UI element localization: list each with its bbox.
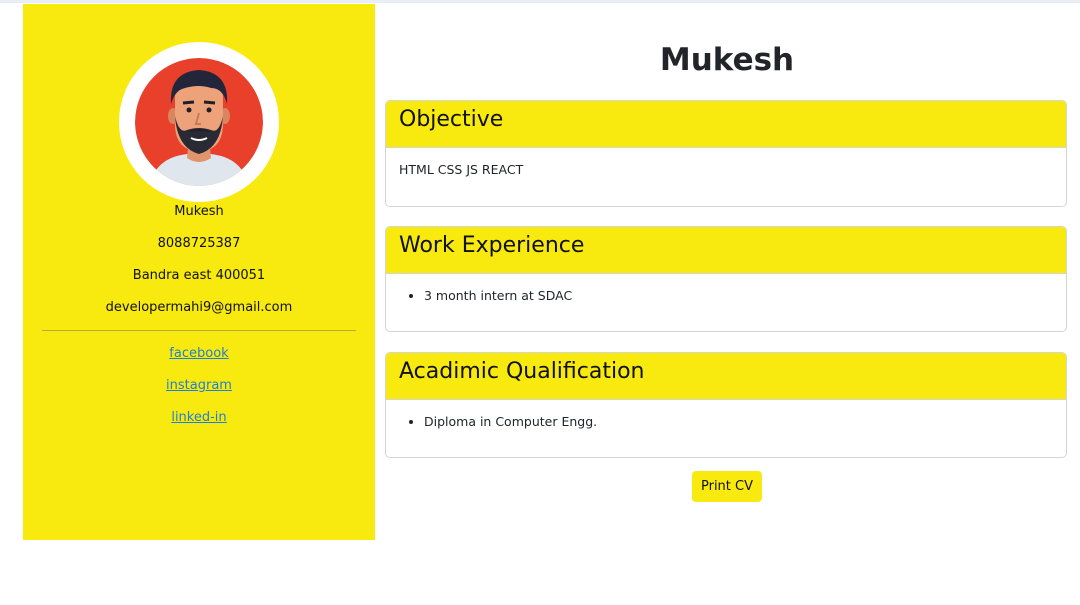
avatar: [119, 42, 279, 202]
page-title: Mukesh: [659, 42, 795, 78]
objective-body: HTML CSS JS REACT: [386, 148, 1066, 178]
objective-text: HTML CSS JS REACT: [399, 162, 524, 177]
qualification-card: Acadimic Qualification Diploma in Comput…: [385, 352, 1067, 458]
list-item: Diploma in Computer Engg.: [424, 414, 1053, 430]
work-experience-body: 3 month intern at SDAC: [386, 274, 1066, 304]
work-experience-card: Work Experience 3 month intern at SDAC: [385, 226, 1067, 332]
top-border: [0, 0, 1080, 3]
qualification-heading: Acadimic Qualification: [386, 353, 1066, 400]
profile-address: Bandra east 400051: [132, 268, 266, 283]
profile-sidebar: Mukesh 8088725387 Bandra east 400051 dev…: [23, 4, 375, 540]
instagram-link[interactable]: instagram: [166, 378, 232, 393]
facebook-link[interactable]: facebook: [169, 346, 228, 361]
work-experience-list: 3 month intern at SDAC: [399, 288, 1053, 304]
instagram-link-row: instagram: [23, 378, 375, 394]
objective-card: Objective HTML CSS JS REACT: [385, 100, 1067, 207]
sidebar-divider: [42, 330, 356, 331]
list-item: 3 month intern at SDAC: [424, 288, 1053, 304]
print-cv-button[interactable]: Print CV: [692, 471, 762, 502]
profile-name: Mukesh: [174, 204, 224, 219]
profile-email: developermahi9@gmail.com: [105, 300, 293, 315]
work-experience-heading: Work Experience: [386, 227, 1066, 274]
objective-heading: Objective: [386, 101, 1066, 148]
profile-phone: 8088725387: [157, 236, 241, 251]
qualification-body: Diploma in Computer Engg.: [386, 400, 1066, 430]
qualification-list: Diploma in Computer Engg.: [399, 414, 1053, 430]
linkedin-link[interactable]: linked-in: [171, 410, 226, 425]
linkedin-link-row: linked-in: [23, 410, 375, 426]
facebook-link-row: facebook: [23, 346, 375, 362]
man-avatar-icon: [135, 58, 263, 186]
